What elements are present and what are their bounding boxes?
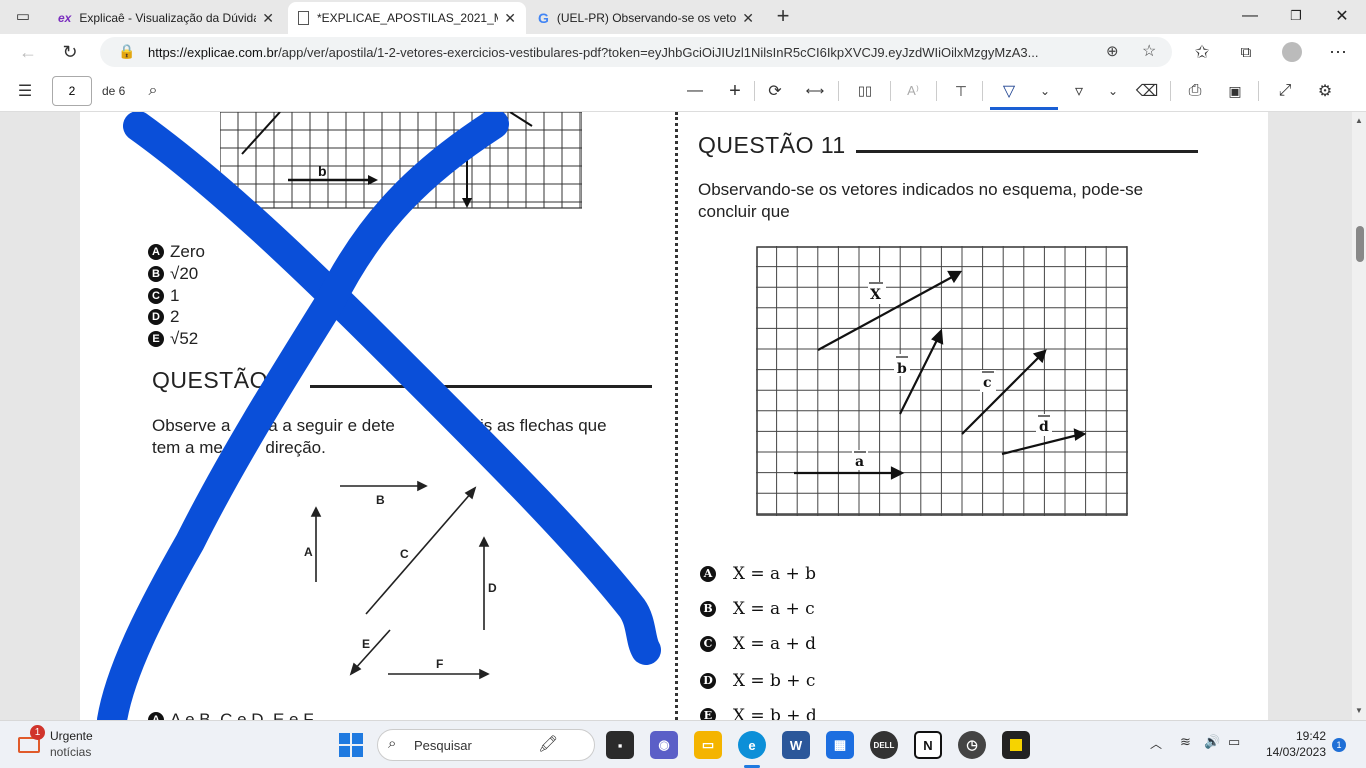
pdf-viewer[interactable]: b A Zero B √20 C1 D2 E √52 QUESTÃO Observe … bbox=[0, 112, 1366, 720]
vector-grid-figure: X b c d a bbox=[756, 246, 1128, 516]
ink-annotation bbox=[97, 112, 661, 720]
scroll-down-icon[interactable]: ▼ bbox=[1355, 706, 1363, 715]
vector-label-a: a bbox=[855, 454, 864, 470]
zoom-out-icon[interactable]: — bbox=[682, 79, 708, 103]
option-c[interactable]: C X = a + d bbox=[700, 634, 816, 654]
fit-width-icon[interactable]: ⟷ bbox=[802, 79, 828, 103]
zoom-icon[interactable]: ⊕ bbox=[1106, 42, 1119, 60]
new-tab-button[interactable]: + bbox=[770, 3, 796, 28]
option-b[interactable]: B X = a + c bbox=[700, 599, 815, 619]
battery-icon[interactable]: ▭ bbox=[1228, 734, 1240, 750]
explicae-logo-icon: ex bbox=[58, 11, 72, 25]
fullscreen-icon[interactable]: ⤢ bbox=[1272, 79, 1298, 103]
find-icon[interactable]: ⌕ bbox=[140, 79, 166, 103]
ink-stroke bbox=[97, 112, 509, 720]
tab-explicae-apostilas[interactable]: *EXPLICAE_APOSTILAS_2021_MED ✕ bbox=[288, 2, 526, 34]
vector-label-c: c bbox=[983, 375, 992, 391]
volume-icon[interactable]: 🔊 bbox=[1204, 734, 1220, 750]
clock-date[interactable]: 14/03/2023 bbox=[1256, 745, 1326, 759]
close-icon[interactable]: ✕ bbox=[262, 10, 274, 27]
more-menu-icon[interactable]: ⋯ bbox=[1326, 40, 1350, 64]
zoom-in-icon[interactable]: + bbox=[722, 79, 748, 103]
task-view-icon[interactable]: ▪ bbox=[606, 731, 634, 759]
address-bar: ← ↻ 🔒 https://explicae.com.br/app/ver/ap… bbox=[0, 34, 1366, 70]
tab-title: Explicaê - Visualização da Dúvida bbox=[79, 11, 257, 25]
search-highlight-icon: 🖍 bbox=[538, 736, 559, 753]
close-icon[interactable]: ✕ bbox=[504, 10, 516, 27]
wifi-icon[interactable]: ≋ bbox=[1180, 734, 1191, 750]
taskbar: 1 Urgente notícias ⌕ Pesquisar 🖍 ▪ ◉ ▭ e… bbox=[0, 720, 1366, 768]
notion-icon[interactable]: N bbox=[914, 731, 942, 759]
tab-strip: ▭ ex Explicaê - Visualização da Dúvida ✕… bbox=[0, 0, 1366, 34]
favorites-icon[interactable]: ✩ bbox=[1190, 40, 1214, 64]
sticky-notes-icon[interactable] bbox=[1002, 731, 1030, 759]
notification-badge[interactable]: 1 bbox=[1332, 738, 1346, 752]
google-icon: G bbox=[538, 10, 549, 26]
option-e[interactable]: E X = b + d bbox=[700, 706, 817, 720]
settings-icon[interactable]: ⚙ bbox=[1312, 79, 1338, 103]
profile-avatar[interactable] bbox=[1280, 40, 1304, 64]
url-field[interactable]: 🔒 https://explicae.com.br/app/ver/aposti… bbox=[100, 37, 1172, 67]
vector-label-x: X bbox=[870, 287, 881, 303]
tab-title: *EXPLICAE_APOSTILAS_2021_MED bbox=[317, 11, 498, 25]
vector-label-b: b bbox=[897, 361, 907, 377]
dell-icon[interactable]: DELL bbox=[870, 731, 898, 759]
lock-icon: 🔒 bbox=[118, 43, 136, 59]
highlight-options-chevron-icon[interactable]: ⌄ bbox=[1100, 79, 1126, 103]
refresh-icon[interactable]: ↻ bbox=[58, 40, 82, 64]
start-icon[interactable] bbox=[339, 733, 363, 757]
edge-icon[interactable]: e bbox=[738, 731, 766, 759]
collections-icon[interactable]: ⧉ bbox=[1234, 40, 1258, 64]
document-icon bbox=[298, 11, 309, 25]
question-text-right: Observando-se os vetores indicados no es… bbox=[698, 180, 1144, 221]
save-icon[interactable]: ▣ bbox=[1222, 79, 1248, 103]
tab-title: (UEL-PR) Observando-se os vetores bbox=[556, 11, 737, 25]
word-icon[interactable]: W bbox=[782, 731, 810, 759]
tab-explicae-duvida[interactable]: ex Explicaê - Visualização da Dúvida ✕ bbox=[48, 2, 284, 34]
show-hidden-icons-icon[interactable]: ︿ bbox=[1150, 735, 1162, 752]
page-count: de 6 bbox=[102, 84, 126, 98]
taskbar-search[interactable]: ⌕ Pesquisar 🖍 bbox=[377, 729, 595, 761]
erase-icon[interactable]: ⌫ bbox=[1134, 79, 1160, 103]
contents-icon[interactable]: ☰ bbox=[12, 79, 38, 103]
clock-time[interactable]: 19:42 bbox=[1266, 729, 1326, 743]
search-placeholder: Pesquisar bbox=[414, 738, 472, 753]
text-box-icon[interactable]: ⊤ bbox=[948, 79, 974, 103]
vector-label-d: d bbox=[1039, 419, 1049, 435]
file-explorer-icon[interactable]: ▭ bbox=[694, 731, 722, 759]
minimize-icon[interactable]: — bbox=[1228, 4, 1272, 28]
clock-app-icon[interactable]: ◷ bbox=[958, 731, 986, 759]
tab-google-search[interactable]: G (UEL-PR) Observando-se os vetores ✕ bbox=[528, 2, 764, 34]
draw-icon[interactable]: ▽ bbox=[996, 79, 1022, 103]
rotate-icon[interactable]: ⟳ bbox=[762, 79, 788, 103]
store-icon[interactable]: ▦ bbox=[826, 731, 854, 759]
draw-active-indicator bbox=[990, 107, 1058, 110]
search-icon: ⌕ bbox=[388, 735, 397, 752]
window-close-icon[interactable]: ✕ bbox=[1320, 4, 1364, 28]
teams-chat-icon[interactable]: ◉ bbox=[650, 731, 678, 759]
highlight-icon[interactable]: ▿ bbox=[1066, 79, 1092, 103]
tab-actions-icon[interactable]: ▭ bbox=[10, 4, 36, 28]
news-widget-icon[interactable]: 1 bbox=[18, 725, 45, 755]
vertical-scrollbar[interactable]: ▲ ▼ bbox=[1352, 112, 1366, 720]
option-d[interactable]: D X = b + c bbox=[700, 671, 815, 691]
pdf-toolbar: ☰ 2 de 6 ⌕ — + ⟳ ⟷ ▯▯ A⁾ ⊤ ▽ ⌄ ▿ ⌄ ⌫ ⎙ ▣… bbox=[0, 70, 1366, 112]
news-title[interactable]: Urgente bbox=[50, 729, 93, 743]
question-title-rule bbox=[856, 150, 1198, 153]
option-a[interactable]: A X = a + b bbox=[700, 564, 816, 584]
news-subtitle: notícias bbox=[50, 745, 92, 759]
page-number-input[interactable]: 2 bbox=[52, 76, 92, 106]
read-aloud-icon[interactable]: A⁾ bbox=[900, 79, 926, 103]
question-title-right: QUESTÃO 11 bbox=[698, 132, 846, 158]
favorite-add-icon[interactable]: ☆ bbox=[1142, 41, 1156, 61]
print-icon[interactable]: ⎙ bbox=[1182, 79, 1208, 103]
page-view-icon[interactable]: ▯▯ bbox=[852, 79, 878, 103]
restore-icon[interactable]: ❐ bbox=[1274, 4, 1318, 28]
close-icon[interactable]: ✕ bbox=[742, 10, 754, 27]
draw-options-chevron-icon[interactable]: ⌄ bbox=[1032, 79, 1058, 103]
back-icon[interactable]: ← bbox=[16, 40, 40, 64]
url-text: https://explicae.com.br/app/ver/apostila… bbox=[148, 45, 1039, 60]
scrollbar-thumb[interactable] bbox=[1356, 226, 1364, 262]
scroll-up-icon[interactable]: ▲ bbox=[1355, 116, 1363, 125]
